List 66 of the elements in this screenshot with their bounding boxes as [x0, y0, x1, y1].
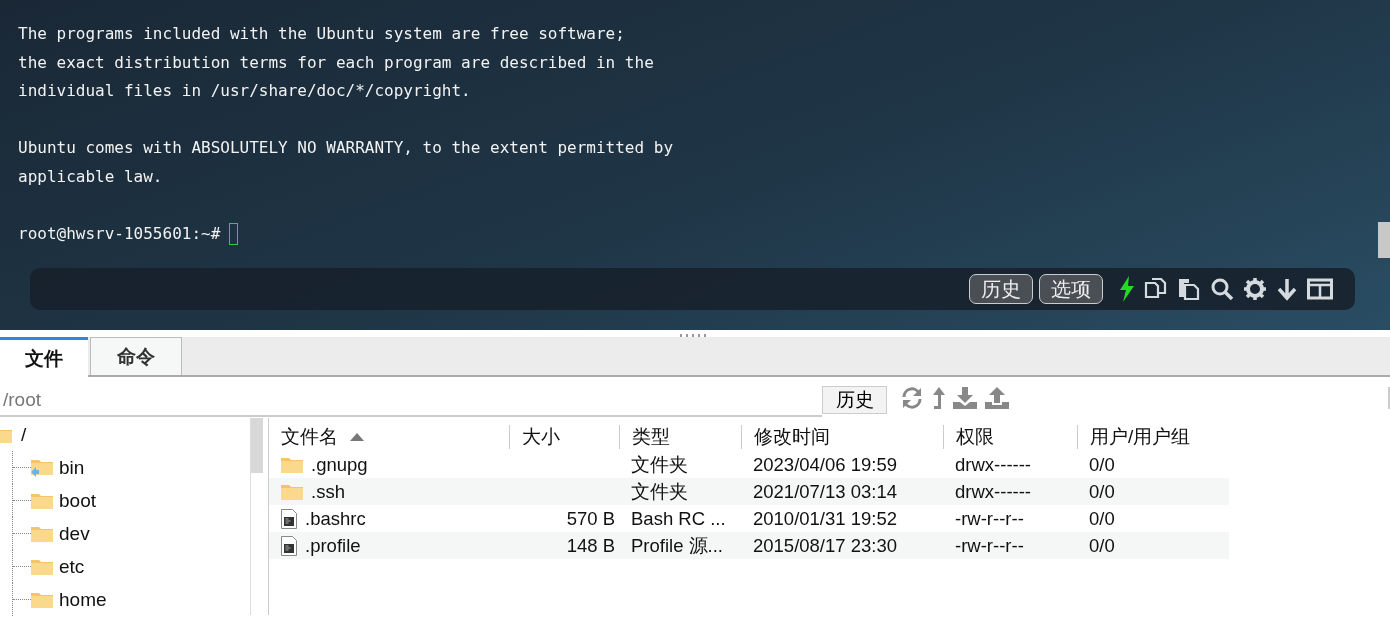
upload-icon[interactable]: [985, 386, 1009, 409]
modified-time: 2023/04/06 19:59: [753, 453, 898, 476]
file-row[interactable]: .profile 148 B Profile 源... 2015/08/17 23:30 -rw-r--r-- 0/0: [269, 532, 1229, 559]
column-header[interactable]: 用户/用户组: [1077, 425, 1237, 449]
toolbar-button[interactable]: 选项: [1039, 274, 1103, 304]
terminal-line: Ubuntu comes with ABSOLUTELY NO WARRANTY, to the extent permitted by: [18, 137, 675, 159]
file-type: 文件夹: [631, 480, 688, 504]
search-icon[interactable]: [1210, 277, 1234, 301]
tab[interactable]: 命令: [90, 337, 182, 375]
owner-group: 0/0: [1089, 507, 1115, 530]
file-name: .gnupg: [311, 453, 368, 476]
text-cursor: [229, 222, 239, 245]
tree-item[interactable]: home: [59, 588, 107, 611]
document-icon: [281, 535, 297, 556]
tab[interactable]: 文件: [0, 337, 88, 377]
permissions: -rw-r--r--: [955, 534, 1024, 557]
file-type: 文件夹: [631, 453, 688, 477]
file-name: .ssh: [311, 480, 345, 503]
terminal-line: individual files in /usr/share/doc/*/copyright.: [18, 80, 472, 102]
owner-group: 0/0: [1089, 480, 1115, 503]
owner-group: 0/0: [1089, 453, 1115, 476]
up-arrow-icon[interactable]: [931, 386, 945, 409]
tree-item[interactable]: etc: [59, 555, 85, 578]
tree-item[interactable]: boot: [59, 489, 96, 512]
file-row[interactable]: .gnupg 文件夹 2023/04/06 19:59 drwx------ 0/0: [269, 451, 1229, 478]
refresh-icon[interactable]: [901, 386, 923, 409]
modified-time: 2021/07/13 03:14: [753, 480, 898, 503]
column-header[interactable]: 修改时间: [741, 425, 943, 449]
file-type: Profile 源...: [631, 534, 723, 558]
permissions: -rw-r--r--: [955, 507, 1024, 530]
copy-icon[interactable]: [1144, 277, 1168, 301]
modified-time: 2015/08/17 23:30: [753, 534, 898, 557]
file-size: 148 B: [566, 534, 615, 557]
file-name: .bashrc: [305, 507, 366, 530]
terminal-line: applicable law.: [18, 165, 164, 188]
window-icon[interactable]: [1307, 278, 1333, 300]
tree-item[interactable]: dev: [59, 522, 90, 545]
tree-item[interactable]: bin: [59, 456, 85, 479]
document-icon: [281, 508, 297, 529]
paste-icon[interactable]: [1177, 277, 1201, 301]
folder-icon: [281, 456, 303, 473]
terminal-line: the exact distribution terms for each program are described in the: [18, 51, 655, 74]
owner-group: 0/0: [1089, 534, 1115, 557]
column-header[interactable]: 大小: [509, 425, 619, 449]
permissions: drwx------: [955, 480, 1032, 503]
file-row[interactable]: .bashrc 570 B Bash RC ... 2010/01/31 19:52 -rw-r--r-- 0/0: [269, 505, 1229, 532]
scrollbar-thumb[interactable]: [251, 418, 263, 473]
folder-icon: [281, 483, 303, 500]
column-header[interactable]: 类型: [619, 425, 741, 449]
modified-time: 2010/01/31 19:52: [753, 507, 898, 530]
file-row[interactable]: .ssh 文件夹 2021/07/13 03:14 drwx------ 0/0: [269, 478, 1229, 505]
file-type: Bash RC ...: [631, 507, 726, 530]
file-name: .profile: [305, 534, 361, 557]
file-size: 570 B: [566, 507, 615, 530]
shell-prompt: root@hwsrv-1055601:~#: [18, 222, 221, 245]
scrollbar-thumb[interactable]: [1378, 222, 1390, 258]
column-header[interactable]: 文件名: [269, 425, 509, 449]
settings-icon[interactable]: [1243, 277, 1267, 301]
lightning-icon[interactable]: [1119, 276, 1135, 302]
permissions: drwx------: [955, 453, 1032, 476]
column-header[interactable]: 权限: [943, 425, 1077, 449]
history-button[interactable]: 历史: [822, 386, 887, 414]
toolbar-button[interactable]: 历史: [969, 274, 1033, 304]
download-icon[interactable]: [1276, 277, 1298, 301]
terminal-line: The programs included with the Ubuntu system are free software;: [18, 23, 626, 45]
tree-item[interactable]: /: [21, 423, 27, 446]
